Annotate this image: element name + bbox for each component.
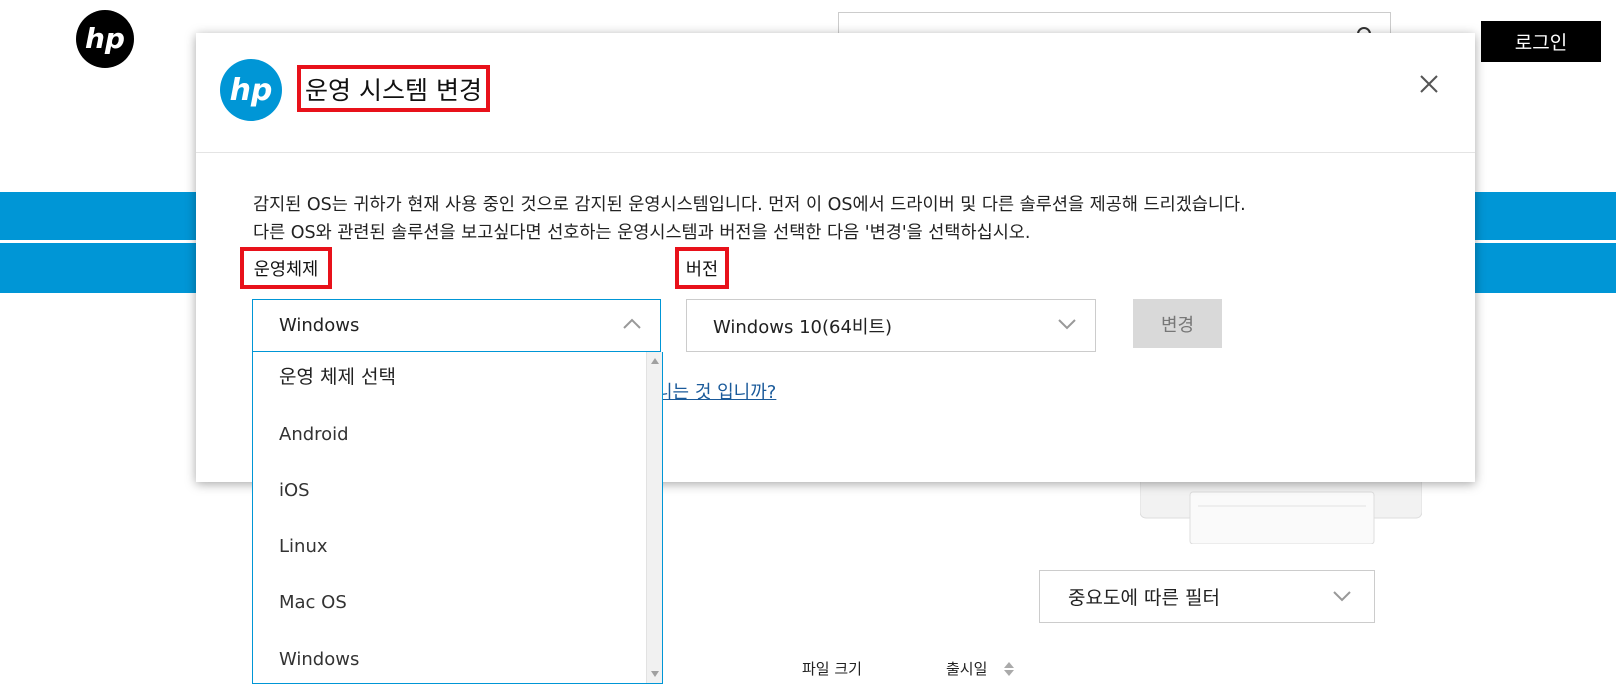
login-button[interactable]: 로그인 [1481, 21, 1601, 62]
os-option-macos[interactable]: Mac OS [279, 592, 347, 613]
filter-select-value: 중요도에 따른 필터 [1068, 587, 1220, 609]
chevron-down-icon [1333, 591, 1351, 602]
modal-header: hp 운영 시스템 변경 [196, 33, 1475, 153]
version-select[interactable]: Windows 10(64비트) [686, 299, 1096, 352]
modal-description: 감지된 OS는 귀하가 현재 사용 중인 것으로 감지된 운영시스템입니다. 먼… [253, 191, 1453, 247]
modal-title-highlight: 운영 시스템 변경 [297, 65, 490, 112]
scroll-down-arrow-icon[interactable] [651, 671, 659, 677]
importance-filter-select[interactable]: 중요도에 따른 필터 [1039, 570, 1375, 623]
chevron-down-icon [1058, 319, 1076, 330]
os-select[interactable]: Windows [252, 299, 661, 352]
hp-logo-icon: hp [220, 59, 282, 121]
other-os-link[interactable]: 니는 것 입니까? [656, 378, 776, 404]
svg-text:hp: hp [85, 22, 125, 55]
version-label: 버전 [675, 247, 729, 289]
description-line-1: 감지된 OS는 귀하가 현재 사용 중인 것으로 감지된 운영시스템입니다. 먼… [253, 195, 1246, 215]
dropdown-scrollbar[interactable] [646, 352, 662, 683]
scroll-up-arrow-icon[interactable] [651, 358, 659, 364]
file-size-column-header: 파일 크기 [802, 660, 862, 678]
os-option-windows[interactable]: Windows [279, 649, 359, 670]
os-option-linux[interactable]: Linux [279, 536, 328, 557]
change-button[interactable]: 변경 [1133, 299, 1222, 348]
release-date-column-header[interactable]: 출시일 [946, 658, 987, 679]
os-label: 운영체제 [240, 247, 332, 289]
sort-icon[interactable] [1002, 660, 1016, 678]
version-select-value: Windows 10(64비트) [713, 316, 893, 338]
svg-text:hp: hp [230, 73, 273, 108]
os-dropdown-list[interactable]: 운영 체제 선택 Android iOS Linux Mac OS Window… [252, 352, 663, 684]
hp-logo-icon[interactable]: hp [76, 10, 134, 68]
os-option-placeholder[interactable]: 운영 체제 선택 [279, 362, 396, 389]
modal-title: 운영 시스템 변경 [305, 75, 482, 105]
description-line-2: 다른 OS와 관련된 솔루션을 보고싶다면 선호하는 운영시스템과 버전을 선택… [253, 223, 1031, 243]
os-option-android[interactable]: Android [279, 424, 349, 445]
os-select-value: Windows [279, 315, 360, 336]
chevron-up-icon [623, 318, 641, 329]
close-icon[interactable] [1416, 71, 1442, 97]
os-option-ios[interactable]: iOS [279, 480, 310, 501]
